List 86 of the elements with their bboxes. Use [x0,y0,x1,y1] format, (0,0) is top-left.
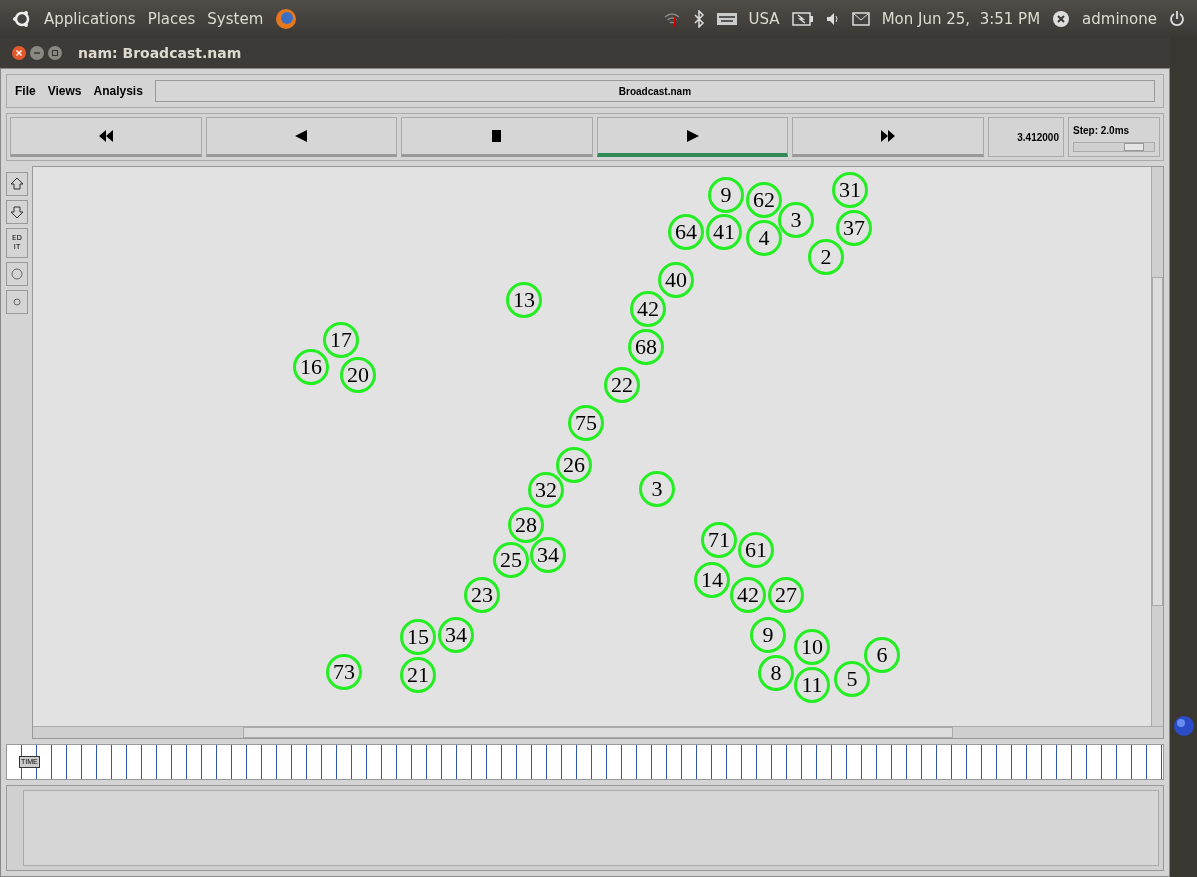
network-node[interactable]: 3 [778,202,814,238]
network-node[interactable]: 20 [340,357,376,393]
network-node[interactable]: 40 [658,262,694,298]
ubuntu-logo-icon[interactable] [12,9,32,29]
playback-button[interactable] [792,117,984,157]
up-arrow-icon [10,177,24,191]
network-node[interactable]: 37 [836,210,872,246]
network-node[interactable]: 75 [568,405,604,441]
network-node[interactable]: 5 [834,661,870,697]
network-node[interactable]: 9 [708,177,744,213]
network-node[interactable]: 62 [746,182,782,218]
network-node[interactable]: 61 [738,532,774,568]
small-node-tool-button[interactable] [6,290,28,314]
network-node[interactable]: 3 [639,471,675,507]
network-node[interactable]: 41 [706,214,742,250]
clock[interactable]: Mon Jun 25, 3:51 PM [881,7,1041,31]
network-node[interactable]: 16 [293,349,329,385]
playback-button[interactable] [596,117,789,157]
network-node[interactable]: 64 [668,214,704,250]
step-label: Step: 2.0ms [1072,123,1131,138]
step-slider[interactable] [1072,141,1155,152]
network-node[interactable]: 71 [701,522,737,558]
panel-menu[interactable]: Places [147,7,196,31]
browser-icon[interactable] [275,8,298,30]
network-node[interactable]: 13 [506,282,542,318]
network-node[interactable]: 10 [794,629,830,665]
network-node[interactable]: 9 [750,617,786,653]
window-title: nam: Broadcast.nam [78,43,242,63]
network-node[interactable]: 34 [438,617,474,653]
network-node[interactable]: 14 [694,562,730,598]
wifi-icon[interactable] [662,11,681,27]
globe-icon [1172,715,1195,737]
menu-item[interactable]: Analysis [93,82,143,100]
stop-icon [492,130,502,142]
panel-menu[interactable]: Applications [44,7,136,31]
network-node[interactable]: 42 [730,577,766,613]
network-node[interactable]: 2 [808,239,844,275]
network-node[interactable]: 4 [746,220,782,256]
maximize-icon[interactable] [48,46,62,60]
zoom-in-button[interactable] [6,172,28,196]
close-icon[interactable] [12,46,26,60]
circle-icon [11,268,23,280]
network-node[interactable]: 21 [400,657,436,693]
play-icon [686,129,699,142]
network-node[interactable]: 22 [604,367,640,403]
keyboard-layout[interactable]: USA [748,7,780,31]
network-node[interactable]: 42 [630,291,666,327]
battery-icon[interactable] [791,12,814,26]
bluetooth-icon[interactable] [692,10,705,28]
user-name[interactable]: adminone [1082,7,1157,31]
user-status-icon[interactable] [1052,10,1071,28]
menu-item[interactable]: Views [47,82,82,100]
network-node[interactable]: 8 [758,655,794,691]
network-node[interactable]: 27 [768,577,804,613]
playback-button[interactable] [401,117,593,157]
network-node[interactable]: 11 [794,667,830,703]
playback-button[interactable] [205,117,398,157]
slider-thumb[interactable] [1123,142,1144,151]
network-node[interactable]: 26 [556,447,592,483]
network-node[interactable]: 23 [464,577,500,613]
network-node[interactable]: 31 [832,172,868,208]
panel-menu[interactable]: System [207,7,264,31]
network-node[interactable]: 25 [493,542,529,578]
file-name-field: Broadcast.nam [154,80,1155,102]
menu-item[interactable]: File [15,82,36,100]
keyboard-icon[interactable] [716,12,737,26]
network-node[interactable]: 68 [628,329,664,365]
playback-button[interactable] [10,117,202,157]
network-node[interactable]: 15 [400,619,436,655]
fast-forward-icon [881,130,896,142]
mail-icon[interactable] [851,12,870,26]
time-display: 3.412000 [987,117,1064,157]
network-node[interactable]: 28 [508,507,544,543]
network-node[interactable]: 17 [323,322,359,358]
rewind-icon [98,130,113,142]
zoom-out-button[interactable] [6,200,28,224]
power-icon[interactable] [1169,11,1185,27]
reverse-icon [295,130,308,142]
down-arrow-icon [10,205,24,219]
network-node[interactable]: 34 [530,537,566,573]
node-tool-button[interactable] [6,262,28,286]
volume-icon[interactable] [825,12,840,26]
circle-icon [13,298,21,306]
network-node[interactable]: 73 [326,654,362,690]
network-node[interactable]: 32 [528,472,564,508]
network-node[interactable]: 6 [864,637,900,673]
